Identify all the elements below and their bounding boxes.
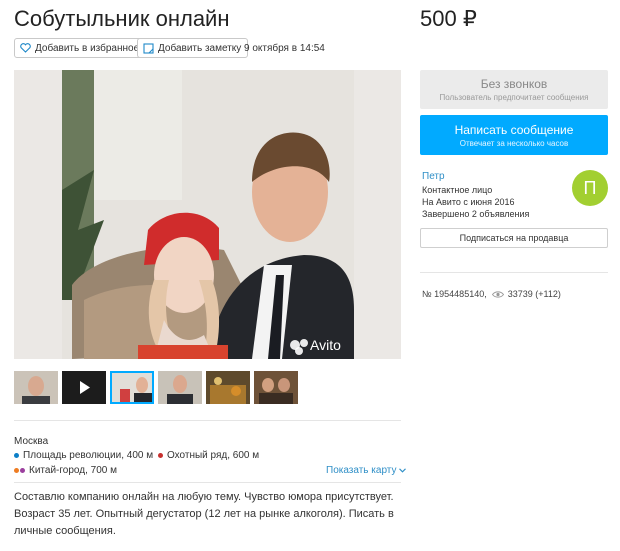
- no-calls-button[interactable]: Без звонков Пользователь предпочитает со…: [420, 70, 608, 109]
- seller-since: На Авито с июня 2016: [422, 197, 515, 207]
- ad-stats: № 1954485140, 33739 (+112): [422, 289, 561, 299]
- chevron-down-icon: [399, 468, 407, 473]
- show-map-label: Показать карту: [326, 465, 397, 476]
- metro-station: Китай-город, 700 м: [14, 465, 117, 476]
- city: Москва: [14, 436, 49, 447]
- subscribe-button[interactable]: Подписаться на продавца: [420, 228, 608, 248]
- divider: [14, 420, 401, 421]
- ad-price: 500 ₽: [420, 6, 477, 31]
- metro-station: Охотный ряд, 600 м: [158, 450, 259, 461]
- thumbnail[interactable]: [206, 371, 250, 404]
- show-map-link[interactable]: Показать карту: [326, 465, 407, 476]
- ad-date: 9 октября в 14:54: [244, 43, 325, 54]
- add-to-favorites-button[interactable]: Добавить в избранное: [14, 38, 147, 58]
- metro-line-icon: [14, 453, 19, 458]
- heart-icon: [20, 43, 31, 53]
- metro-station-label: Площадь революции, 400 м: [23, 450, 154, 461]
- thumbnail[interactable]: [254, 371, 298, 404]
- photo-gallery[interactable]: Avito: [14, 70, 401, 359]
- ad-description: Составлю компанию онлайн на любую тему. …: [14, 491, 394, 537]
- thumbnail-selected[interactable]: [110, 371, 154, 404]
- seller-completed-ads: Завершено 2 объявления: [422, 209, 530, 219]
- add-note-label: Добавить заметку: [158, 42, 242, 54]
- avito-watermark: Avito: [310, 337, 341, 353]
- seller-role: Контактное лицо: [422, 185, 493, 195]
- add-note-button[interactable]: Добавить заметку: [137, 38, 249, 58]
- metro-station-label: Охотный ряд, 600 м: [167, 450, 260, 461]
- note-icon: [143, 42, 154, 54]
- write-message-button[interactable]: Написать сообщение Отвечает за несколько…: [420, 115, 608, 155]
- no-calls-subtitle: Пользователь предпочитает сообщения: [439, 93, 589, 102]
- seller-avatar[interactable]: П: [572, 170, 608, 206]
- divider: [14, 482, 401, 483]
- ad-number: № 1954485140,: [422, 289, 487, 299]
- ad-title: Собутыльник онлайн: [14, 6, 230, 31]
- metro-line-icon: [20, 468, 25, 473]
- metro-station-label: Китай-город, 700 м: [29, 465, 117, 476]
- seller-name-link[interactable]: Петр: [422, 171, 445, 182]
- main-photo: Avito: [14, 70, 401, 359]
- metro-line-icon: [14, 468, 19, 473]
- write-message-title: Написать сообщение: [454, 122, 574, 137]
- views-count: 33739 (+112): [507, 289, 561, 299]
- divider: [420, 272, 608, 273]
- thumbnail[interactable]: [14, 371, 58, 404]
- metro-station: Площадь революции, 400 м: [14, 450, 153, 461]
- add-to-favorites-label: Добавить в избранное: [35, 42, 140, 54]
- eye-icon: [491, 290, 504, 298]
- video-thumbnail[interactable]: [62, 371, 106, 404]
- no-calls-title: Без звонков: [480, 77, 548, 91]
- metro-line-icon: [158, 453, 163, 458]
- write-message-subtitle: Отвечает за несколько часов: [459, 138, 569, 148]
- thumbnail[interactable]: [158, 371, 202, 404]
